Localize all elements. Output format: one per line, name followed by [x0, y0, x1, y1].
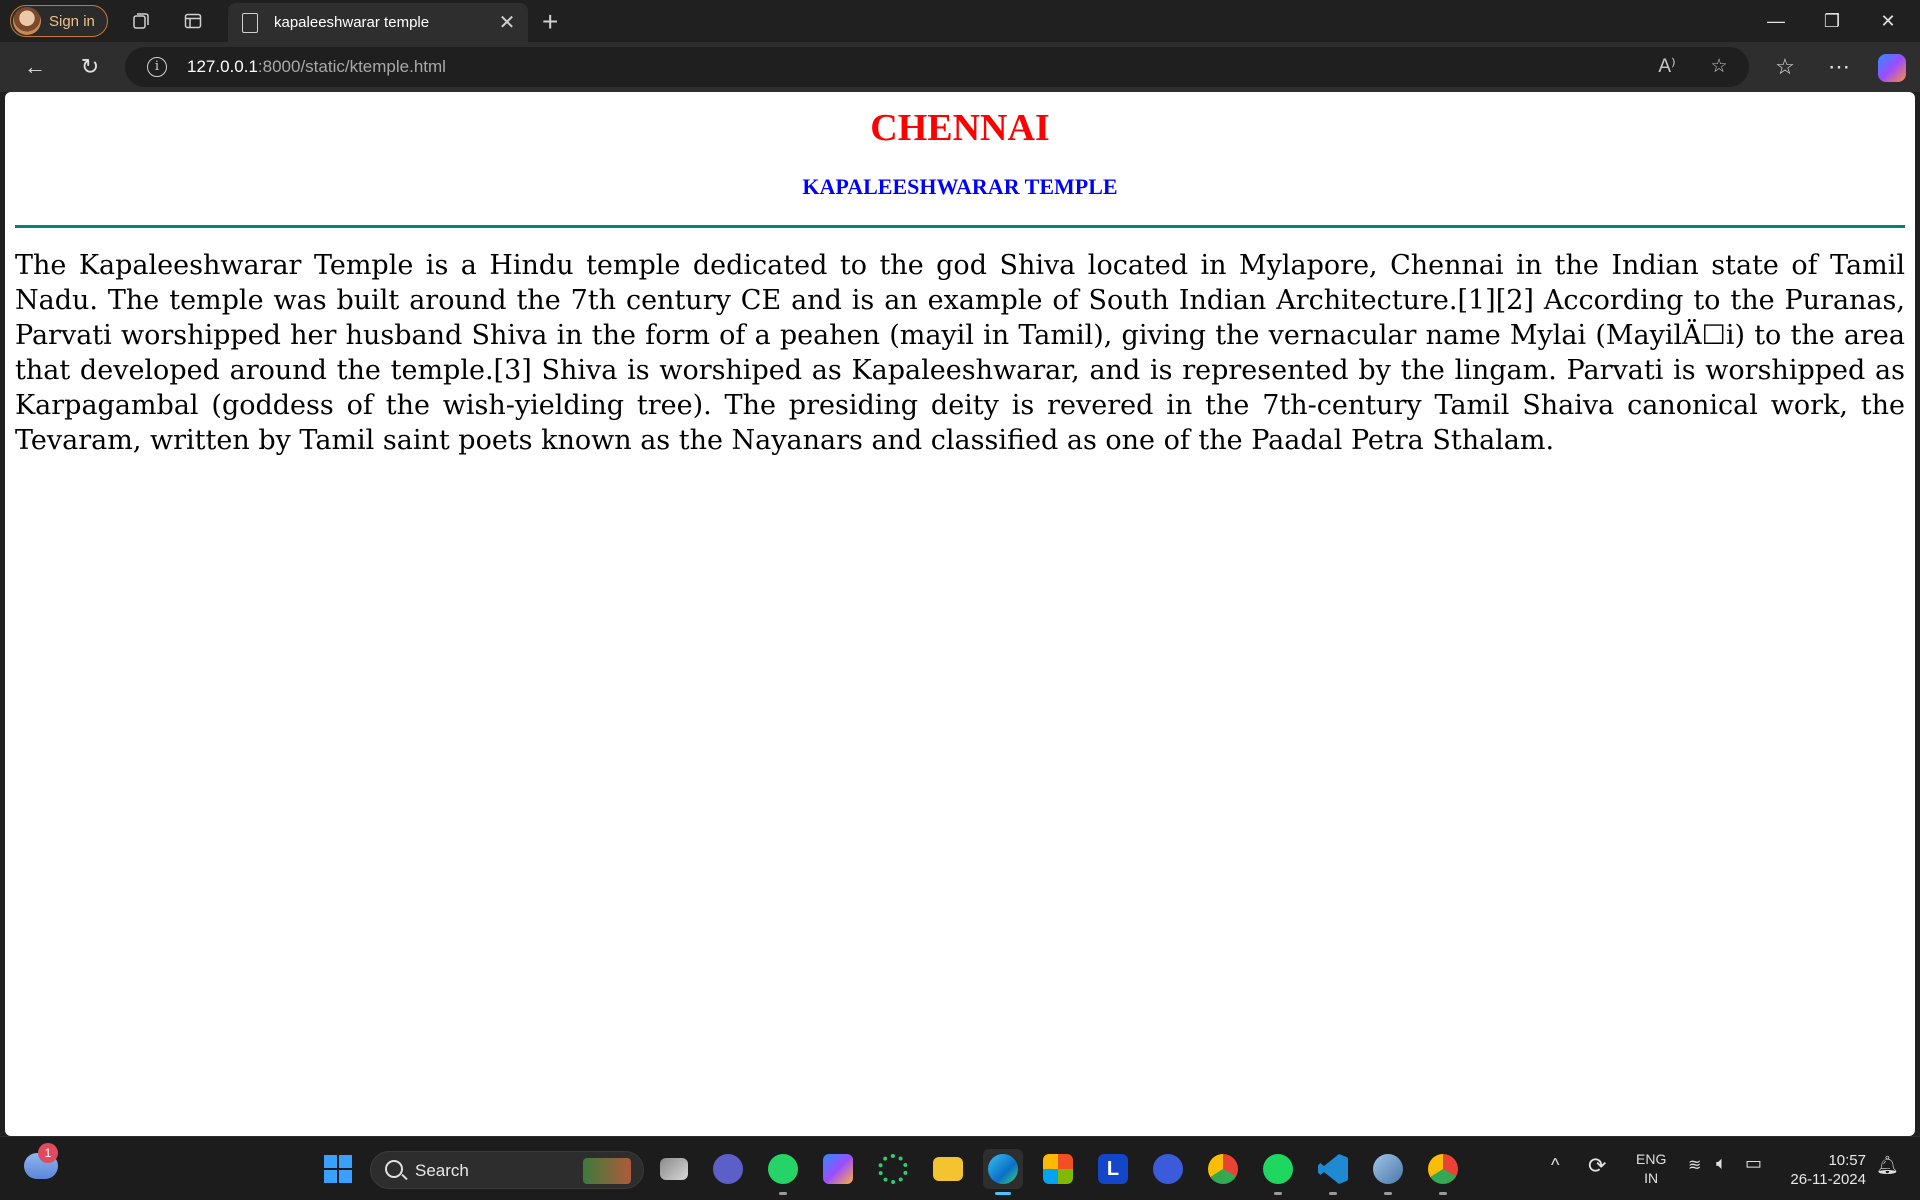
tab-actions-icon[interactable]	[181, 9, 205, 33]
more-options-icon[interactable]: ⋯	[1824, 52, 1854, 82]
close-window-icon[interactable]: ✕	[1860, 6, 1916, 36]
whatsapp-icon[interactable]	[763, 1149, 803, 1195]
task-view-icon[interactable]	[654, 1149, 694, 1189]
page-subheading: KAPALEESHWARAR TEMPLE	[802, 174, 1118, 199]
restore-icon[interactable]: ❐	[1804, 6, 1860, 36]
sign-in-label: Sign in	[49, 12, 95, 30]
new-tab-icon[interactable]: +	[542, 6, 558, 38]
spotify-icon[interactable]	[1258, 1149, 1298, 1195]
region-code: IN	[1644, 1170, 1659, 1186]
weather-icon[interactable]: 1	[24, 1143, 58, 1179]
temple-description: The Kapaleeshwarar Temple is a Hindu tem…	[15, 250, 1905, 456]
address-bar[interactable]: i 127.0.0.1:8000/static/ktemple.html A⁾ …	[125, 47, 1749, 87]
favorites-icon[interactable]: ☆	[1770, 52, 1800, 82]
tab-title: kapaleeshwarar temple	[274, 14, 430, 31]
page-viewport: CHENNAI KAPALEESHWARAR TEMPLE The Kapale…	[5, 92, 1915, 1136]
windows-logo-icon	[324, 1155, 352, 1183]
chrome-icon[interactable]	[1203, 1149, 1243, 1189]
language-indicator[interactable]: ENG IN	[1636, 1150, 1666, 1188]
workspaces-icon[interactable]	[129, 9, 153, 33]
activity-app-icon[interactable]	[873, 1149, 913, 1189]
back-arrow-icon[interactable]: ←	[20, 52, 50, 82]
microsoft-store-icon[interactable]	[1038, 1149, 1078, 1189]
sign-in-button[interactable]: Sign in	[10, 5, 108, 37]
clock[interactable]: 10:57 26-11-2024	[1786, 1151, 1866, 1189]
chrome-profile-icon[interactable]	[1423, 1149, 1463, 1195]
url-path: :8000/static/ktemple.html	[257, 57, 446, 76]
close-tab-icon[interactable]: ✕	[498, 10, 516, 35]
refresh-icon[interactable]: ↻	[75, 52, 105, 82]
search-highlight-icon	[583, 1158, 631, 1184]
file-explorer-icon[interactable]	[928, 1149, 968, 1189]
wifi-icon[interactable]: ≋	[1688, 1155, 1701, 1175]
vscode-icon[interactable]	[1313, 1149, 1353, 1195]
battery-icon[interactable]: ▭	[1745, 1153, 1762, 1174]
taskbar-search[interactable]: Search	[370, 1151, 644, 1189]
search-icon	[385, 1160, 403, 1178]
clock-time: 10:57	[1828, 1152, 1866, 1169]
l-app-icon[interactable]: L	[1093, 1149, 1133, 1189]
show-hidden-icons-chevron-icon[interactable]: ^	[1551, 1155, 1559, 1176]
minimize-icon[interactable]: —	[1748, 6, 1804, 36]
horizontal-rule	[15, 225, 1905, 228]
chat-app-icon[interactable]	[708, 1149, 748, 1189]
volume-icon[interactable]: 🔈︎	[1716, 1153, 1727, 1174]
network-app-icon[interactable]	[1368, 1149, 1408, 1195]
notifications-bell-icon[interactable]: 🔔︎	[1876, 1155, 1899, 1176]
copilot-app-icon[interactable]	[818, 1149, 858, 1189]
browser-tab[interactable]: kapaleeshwarar temple ✕	[228, 3, 528, 42]
start-button[interactable]	[318, 1149, 358, 1189]
profile-avatar	[13, 7, 41, 35]
language-code: ENG	[1636, 1151, 1667, 1167]
title-bar: Sign in kapaleeshwarar temple ✕ + — ❐ ✕	[0, 0, 1920, 42]
read-aloud-icon[interactable]: A⁾	[1655, 55, 1679, 79]
search-label: Search	[415, 1161, 469, 1180]
favorite-star-icon[interactable]: ☆	[1707, 55, 1731, 79]
copilot-icon[interactable]	[1878, 54, 1906, 82]
page-heading: CHENNAI	[870, 107, 1050, 149]
clock-date: 26-11-2024	[1790, 1171, 1866, 1188]
edge-browser-icon[interactable]	[983, 1149, 1023, 1195]
notification-badge: 1	[38, 1143, 58, 1163]
url-text[interactable]: 127.0.0.1:8000/static/ktemple.html	[187, 57, 446, 77]
navigation-bar: ← ↻ i 127.0.0.1:8000/static/ktemple.html…	[0, 42, 1920, 92]
arc-app-icon[interactable]	[1148, 1149, 1188, 1189]
sync-icon[interactable]: ⟳	[1588, 1153, 1606, 1179]
taskbar: 1 Search L ^ ⟳ ENG IN ≋ 🔈︎ ▭ 10:57 26-11…	[0, 1136, 1920, 1200]
url-host: 127.0.0.1	[187, 57, 258, 76]
site-info-icon[interactable]: i	[147, 57, 167, 77]
page-icon	[242, 12, 258, 33]
